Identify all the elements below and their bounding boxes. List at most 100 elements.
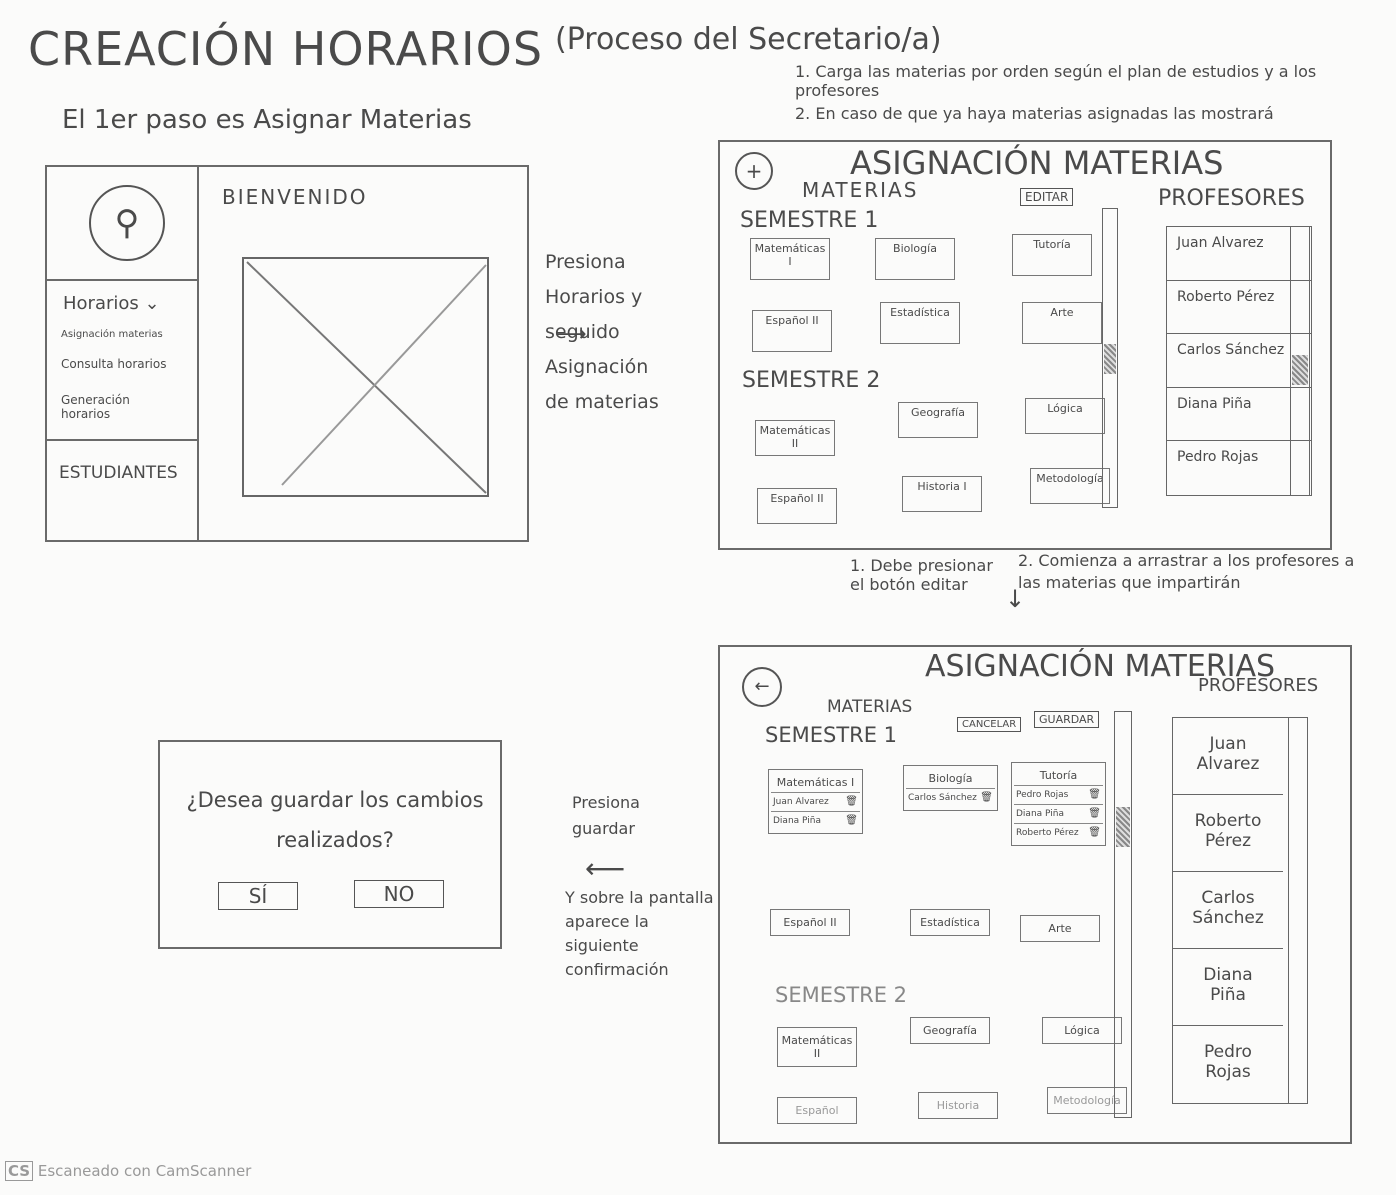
subject-name: Metodología <box>1053 1094 1121 1107</box>
trash-icon[interactable]: 🗑 <box>980 792 993 803</box>
instruction-2b: 2. Comienza a arrastrar a los profesores… <box>1018 551 1355 592</box>
cancel-button[interactable]: CANCELAR <box>957 717 1022 732</box>
subject-card[interactable]: Historia <box>918 1092 998 1119</box>
add-icon[interactable]: + <box>735 152 773 190</box>
subject-card[interactable]: Matemáticas II <box>777 1027 857 1067</box>
subject-name: Estadística <box>920 916 980 929</box>
scroll-thumb[interactable] <box>1292 355 1308 385</box>
subject-card[interactable]: Español II <box>752 310 832 352</box>
subject-card[interactable]: Tutoría Pedro Rojas 🗑 Diana Piña 🗑 Roberto Pé… <box>1011 762 1106 846</box>
teacher-item[interactable]: Roberto Pérez <box>1173 795 1283 872</box>
assigned-teacher[interactable]: Carlos Sánchez 🗑 <box>906 788 995 807</box>
subject-name: Matemáticas I <box>776 776 855 789</box>
back-icon[interactable]: ← <box>742 667 782 707</box>
trash-icon[interactable]: 🗑 <box>1088 827 1101 838</box>
scroll-thumb[interactable] <box>1104 344 1116 374</box>
teachers-scrollbar[interactable] <box>1288 717 1308 1104</box>
teacher-item[interactable]: Pedro Rojas <box>1173 1026 1283 1103</box>
subject-name: Español II <box>783 916 837 929</box>
teacher-name: Diana Piña <box>773 816 821 826</box>
teacher-item[interactable]: Juan Alvarez <box>1173 718 1283 795</box>
teacher-item[interactable]: Carlos Sánchez <box>1173 872 1283 949</box>
home-wireframe: ⚲ Horarios ⌄ Asignación materias Consult… <box>45 165 529 542</box>
user-avatar-icon[interactable]: ⚲ <box>89 185 165 261</box>
assigned-teacher[interactable]: Diana Piña 🗑 <box>1014 804 1103 823</box>
menu-item-asignacion[interactable]: Asignación materias <box>61 329 163 340</box>
trash-icon[interactable]: 🗑 <box>1088 808 1101 819</box>
subject-card[interactable]: Estadística <box>910 909 990 936</box>
note-1: 1. Carga las materias por orden según el… <box>795 62 1317 100</box>
teachers-scrollbar[interactable] <box>1290 226 1310 496</box>
assign-title: ASIGNACIÓN MATERIAS <box>850 144 1224 182</box>
welcome-label: BIENVENIDO <box>222 185 368 209</box>
menu-item-generacion[interactable]: Generación horarios <box>61 393 181 421</box>
trash-icon[interactable]: 🗑 <box>845 815 858 826</box>
teacher-item[interactable]: Diana Piña <box>1173 949 1283 1026</box>
subject-card[interactable]: Español II <box>770 909 850 936</box>
subject-card[interactable]: Geografía <box>910 1017 990 1044</box>
subject-card[interactable]: Español II <box>757 488 837 524</box>
subject-card[interactable]: Matemáticas I <box>750 238 830 280</box>
subject-card[interactable]: Arte <box>1020 915 1100 942</box>
teacher-name: Juan Alvarez <box>773 797 829 807</box>
assigned-teacher[interactable]: Diana Piña 🗑 <box>771 811 860 830</box>
chevron-down-icon: ⌄ <box>144 293 160 314</box>
semester2-label: SEMESTRE 2 <box>775 983 908 1007</box>
subjects-scrollbar[interactable] <box>1114 711 1132 1118</box>
subject-card[interactable]: Lógica <box>1042 1017 1122 1044</box>
footer-text: Escaneado con CamScanner <box>37 1162 252 1180</box>
yes-button[interactable]: SÍ <box>218 882 298 910</box>
teacher-name: Carlos Sánchez <box>908 793 977 803</box>
trash-icon[interactable]: 🗑 <box>845 796 858 807</box>
assigned-teacher[interactable]: Roberto Pérez 🗑 <box>1014 823 1103 842</box>
instruction-3a: Presiona guardar <box>572 793 640 838</box>
assign-wireframe: + ASIGNACIÓN MATERIAS MATERIAS EDITAR SE… <box>718 140 1332 550</box>
subject-card[interactable]: Matemáticas I Juan Alvarez 🗑 Diana Piña 🗑 <box>768 769 863 834</box>
image-placeholder <box>242 257 489 497</box>
materias-label: MATERIAS <box>827 697 913 717</box>
teacher-name: Roberto Pérez <box>1016 828 1079 838</box>
subject-name: Tutoría <box>1039 769 1078 782</box>
subject-name: Geografía <box>923 1024 977 1037</box>
step1-label: El 1er paso es Asignar Materias <box>62 105 472 135</box>
arrow-right-icon: ⟶ <box>555 322 587 347</box>
profesores-label: PROFESORES <box>1158 186 1305 211</box>
scroll-thumb[interactable] <box>1116 807 1130 847</box>
subject-card[interactable]: Biología Carlos Sánchez 🗑 <box>903 765 998 811</box>
page-title: CREACIÓN HORARIOS <box>28 22 544 76</box>
subject-card[interactable]: Matemáticas II <box>755 420 835 456</box>
menu-horarios[interactable]: Horarios ⌄ <box>63 293 160 314</box>
subject-card[interactable]: Tutoría <box>1012 234 1092 276</box>
instruction-2a: 1. Debe presionar el botón editar <box>850 556 993 594</box>
subject-card[interactable]: Biología <box>875 238 955 280</box>
semester1-label: SEMESTRE 1 <box>765 723 898 747</box>
save-button[interactable]: GUARDAR <box>1034 711 1100 728</box>
subject-name: Español <box>795 1104 839 1117</box>
arrow-left-icon: ⟵ <box>585 852 626 885</box>
subject-card[interactable]: Lógica <box>1025 398 1105 434</box>
page-subtitle: (Proceso del Secretario/a) <box>555 22 942 57</box>
subject-name: Lógica <box>1064 1024 1100 1037</box>
semester1-label: SEMESTRE 1 <box>740 208 879 233</box>
subject-card[interactable]: Historia I <box>902 476 982 512</box>
trash-icon[interactable]: 🗑 <box>1088 789 1101 800</box>
subject-card[interactable]: Estadística <box>880 302 960 344</box>
teacher-name: Diana Piña <box>1016 809 1064 819</box>
subject-card[interactable]: Arte <box>1022 302 1102 344</box>
footer: CS Escaneado con CamScanner <box>5 1161 252 1181</box>
assigned-teacher[interactable]: Juan Alvarez 🗑 <box>771 792 860 811</box>
subject-card[interactable]: Geografía <box>898 402 978 438</box>
instruction-3b: Y sobre la pantalla aparece la siguiente… <box>565 888 714 979</box>
edit-button[interactable]: EDITAR <box>1020 188 1074 206</box>
teacher-name: Pedro Rojas <box>1016 790 1069 800</box>
assigned-teacher[interactable]: Pedro Rojas 🗑 <box>1014 785 1103 804</box>
menu-item-consulta[interactable]: Consulta horarios <box>61 357 167 371</box>
confirm-dialog: ¿Desea guardar los cambios realizados? S… <box>158 740 502 949</box>
subject-name: Historia <box>936 1099 980 1112</box>
no-button[interactable]: NO <box>354 880 444 908</box>
dialog-question: ¿Desea guardar los cambios realizados? <box>186 788 484 852</box>
subject-card[interactable]: Metodología <box>1030 468 1110 504</box>
subjects-scrollbar[interactable] <box>1102 208 1118 508</box>
menu-estudiantes[interactable]: ESTUDIANTES <box>59 463 178 483</box>
subject-card[interactable]: Español <box>777 1097 857 1124</box>
